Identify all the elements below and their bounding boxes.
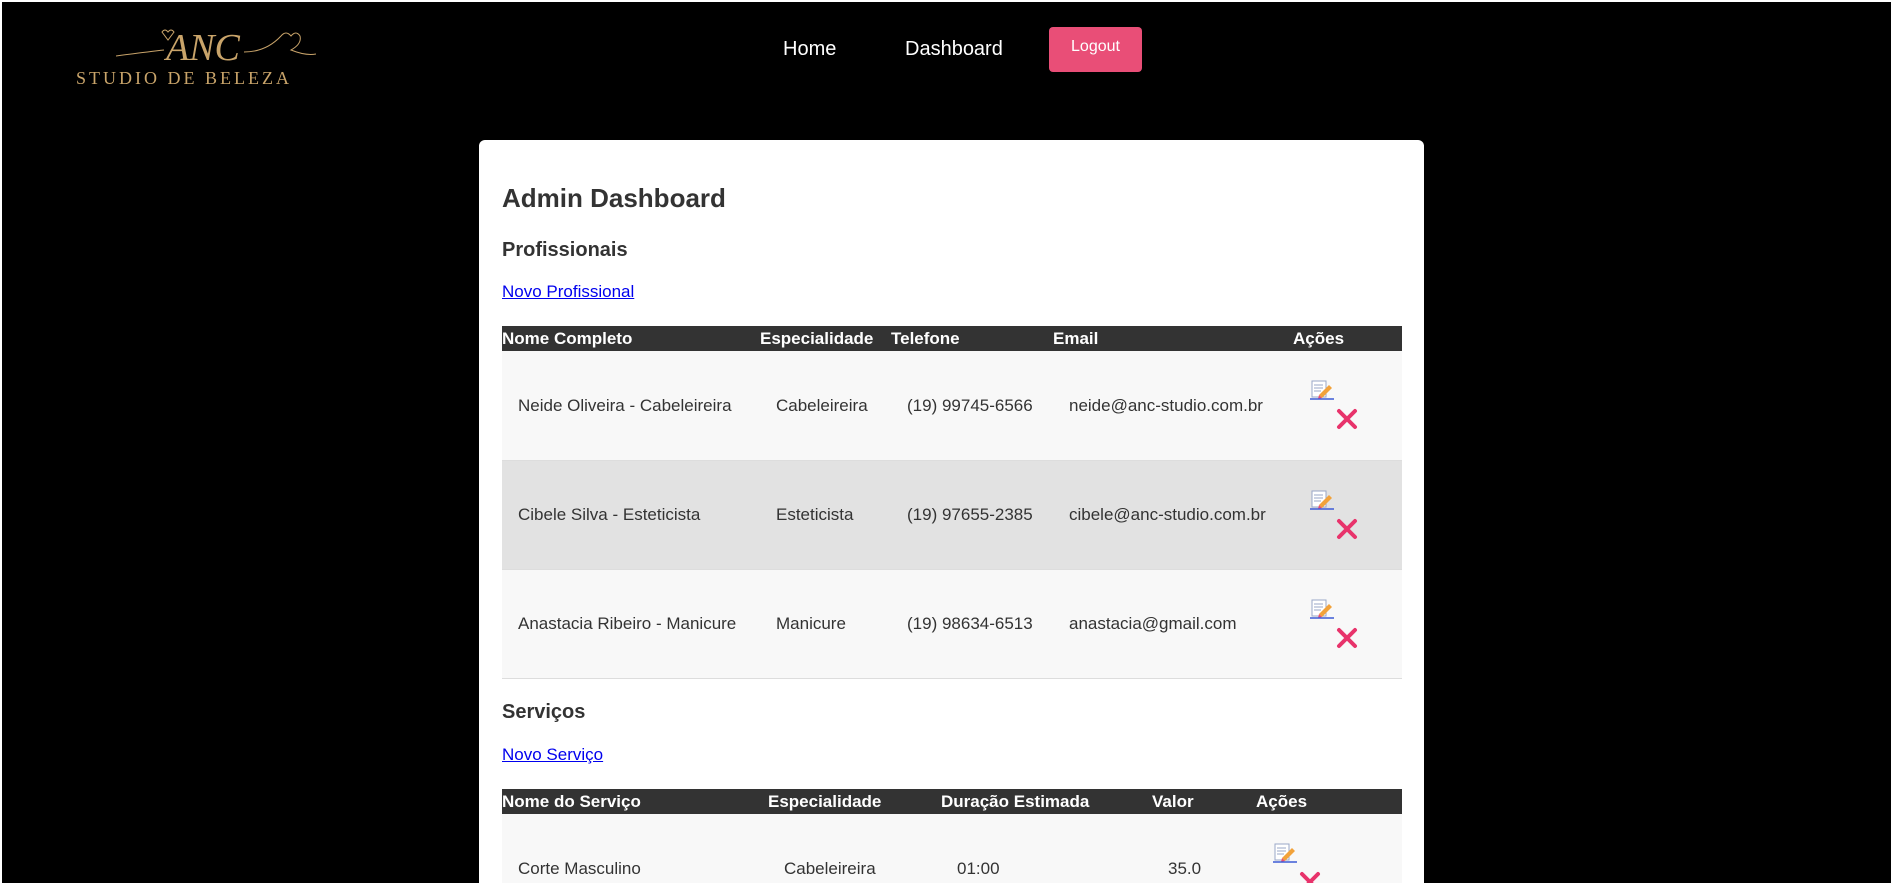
cell-specialty: Esteticista — [776, 505, 854, 524]
cell-email: cibele@anc-studio.com.br — [1069, 505, 1266, 524]
cell-actions — [1293, 351, 1402, 460]
table-row: Corte Masculino Cabeleireira 01:00 35.0 — [502, 814, 1402, 883]
cell-specialty: Cabeleireira — [784, 858, 876, 878]
professionals-table: Nome Completo Especialidade Telefone Ema… — [502, 326, 1402, 679]
column-header: Ações — [1256, 789, 1402, 814]
cell-price: 35.0 — [1168, 858, 1202, 878]
nav-link-home[interactable]: Home — [783, 38, 836, 61]
table-row: Neide Oliveira - Cabeleireira Cabeleirei… — [502, 351, 1402, 460]
edit-icon[interactable] — [1309, 380, 1335, 400]
cell-service-name: Corte Masculino — [518, 858, 641, 878]
cell-phone: (19) 97655-2385 — [907, 505, 1033, 524]
new-service-link[interactable]: Novo Serviço — [502, 745, 603, 765]
app-frame: ANC STUDIO DE BELEZA Home Dashboard Logo… — [0, 0, 1893, 883]
cell-duration: 01:00 — [957, 858, 1000, 878]
column-header: Valor — [1152, 789, 1256, 814]
cell-phone: (19) 98634-6513 — [907, 614, 1033, 633]
cell-specialty: Cabeleireira — [776, 395, 868, 415]
column-header: Duração Estimada — [941, 789, 1152, 814]
table-header-row: Nome Completo Especialidade Telefone Ema… — [502, 326, 1402, 351]
column-header: Nome Completo — [502, 326, 760, 351]
table-row: Anastacia Ribeiro - Manicure Manicure (1… — [502, 569, 1402, 678]
delete-icon[interactable] — [1336, 518, 1358, 540]
table-row: Cibele Silva - Esteticista Esteticista (… — [502, 460, 1402, 569]
table-header-row: Nome do Serviço Especialidade Duração Es… — [502, 789, 1402, 814]
services-table: Nome do Serviço Especialidade Duração Es… — [502, 789, 1402, 883]
professionals-heading: Profissionais — [502, 239, 628, 261]
edit-icon[interactable] — [1309, 599, 1335, 619]
edit-icon[interactable] — [1272, 843, 1298, 863]
delete-icon[interactable] — [1299, 871, 1321, 883]
column-header: Email — [1053, 326, 1293, 351]
cell-name: Neide Oliveira - Cabeleireira — [518, 395, 732, 415]
column-header: Especialidade — [760, 326, 891, 351]
edit-icon[interactable] — [1309, 490, 1335, 510]
cell-name: Anastacia Ribeiro - Manicure — [518, 614, 737, 633]
cell-phone: (19) 99745-6566 — [907, 395, 1033, 415]
nav-link-dashboard[interactable]: Dashboard — [905, 38, 1003, 61]
delete-icon[interactable] — [1336, 627, 1358, 649]
column-header: Ações — [1293, 326, 1402, 351]
delete-icon[interactable] — [1336, 408, 1358, 430]
cell-actions — [1293, 460, 1402, 569]
top-nav: Home Dashboard Logout — [2, 27, 1893, 72]
cell-name: Cibele Silva - Esteticista — [518, 505, 701, 524]
cell-email: neide@anc-studio.com.br — [1069, 395, 1263, 415]
logout-button[interactable]: Logout — [1049, 27, 1142, 72]
cell-actions — [1293, 569, 1402, 678]
column-header: Especialidade — [768, 789, 941, 814]
column-header: Telefone — [891, 326, 1053, 351]
cell-specialty: Manicure — [776, 614, 846, 633]
cell-actions — [1256, 814, 1402, 883]
cell-email: anastacia@gmail.com — [1069, 614, 1237, 633]
column-header: Nome do Serviço — [502, 789, 768, 814]
services-heading: Serviços — [502, 701, 586, 723]
page-title: Admin Dashboard — [502, 183, 726, 213]
new-professional-link[interactable]: Novo Profissional — [502, 282, 634, 302]
dashboard-card: Admin Dashboard Profissionais Novo Profi… — [479, 140, 1424, 883]
